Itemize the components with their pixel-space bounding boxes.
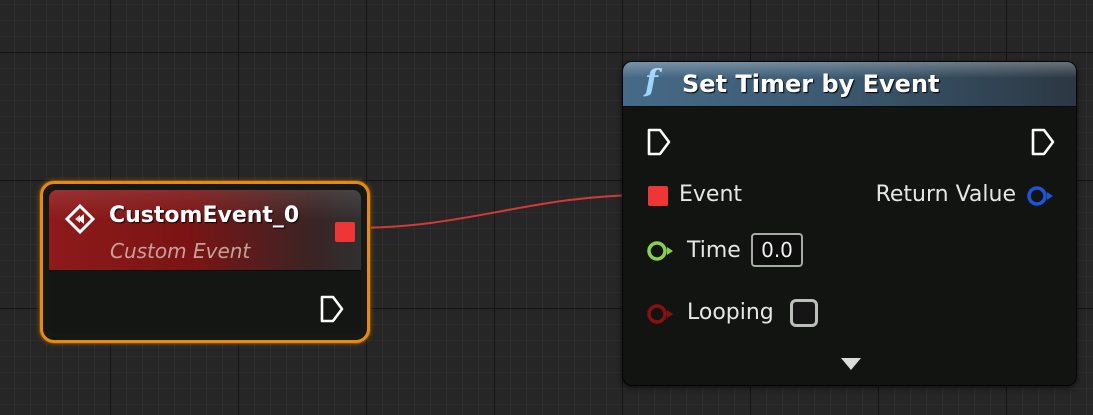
function-node-header[interactable]: f Set Timer by Event [623, 62, 1076, 107]
expand-arrow-icon[interactable] [839, 356, 863, 372]
set-timer-by-event-node[interactable]: f Set Timer by Event Event Return Value … [622, 61, 1077, 386]
function-node-title: Set Timer by Event [682, 70, 940, 98]
looping-bool-pin-icon[interactable] [645, 302, 675, 326]
time-pin-label: Time [687, 238, 741, 263]
return-value-struct-pin-icon[interactable] [1025, 184, 1055, 208]
custom-event-diamond-icon [65, 204, 95, 234]
custom-event-header[interactable]: CustomEvent_0 Custom Event [49, 190, 361, 271]
custom-event-subtitle: Custom Event [110, 239, 251, 263]
looping-checkbox[interactable] [790, 299, 818, 327]
custom-event-title: CustomEvent_0 [109, 203, 300, 228]
exec-output-pin-icon[interactable] [1029, 126, 1057, 158]
event-delegate-input-pin[interactable] [648, 186, 668, 206]
time-value-input[interactable] [751, 233, 803, 267]
function-icon: f [645, 64, 658, 99]
delegate-output-pin[interactable] [335, 222, 355, 242]
time-float-pin-icon[interactable] [645, 239, 675, 263]
exec-output-pin-icon[interactable] [318, 293, 346, 325]
custom-event-node[interactable]: CustomEvent_0 Custom Event [40, 181, 370, 343]
looping-pin-label: Looping [687, 300, 774, 325]
exec-input-pin-icon[interactable] [645, 126, 673, 158]
event-pin-label: Event [679, 182, 743, 207]
return-value-label: Return Value [875, 182, 1016, 207]
